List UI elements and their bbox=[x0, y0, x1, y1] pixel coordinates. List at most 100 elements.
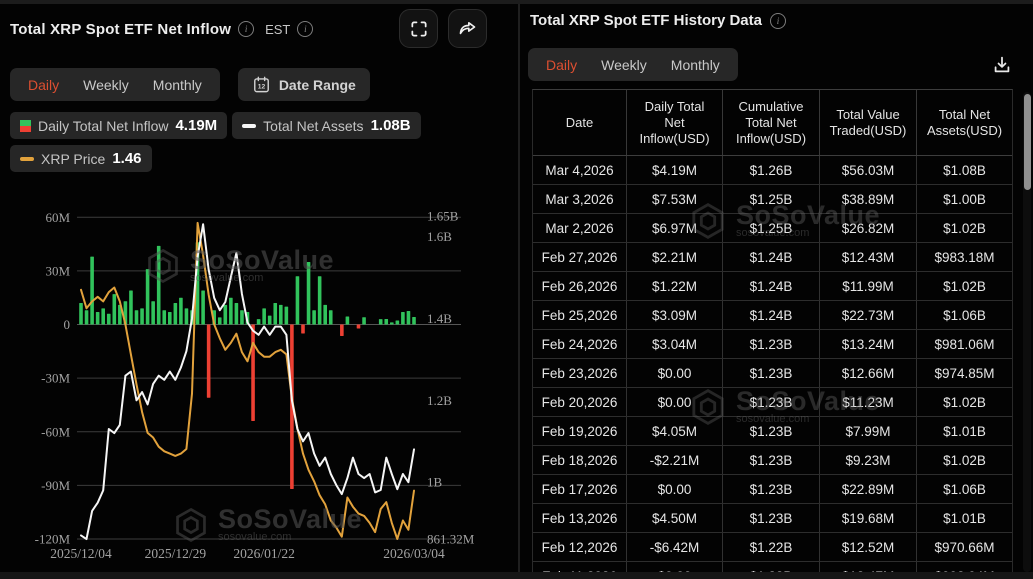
sosovalue-xrp-etf-dashboard: Total XRP Spot ETF Net Inflow i EST i Da… bbox=[0, 0, 1033, 579]
y-axis-left-tick: -30M bbox=[41, 371, 70, 386]
y-axis-right-tick: 1.6B bbox=[427, 229, 452, 244]
table-cell: $1.25B bbox=[723, 185, 820, 213]
table-title: Total XRP Spot ETF History Data bbox=[530, 12, 762, 29]
table-cell: $19.68M bbox=[820, 504, 917, 532]
column-header: Total Value Traded(USD) bbox=[820, 90, 917, 155]
table-cell: Mar 4,2026 bbox=[533, 156, 627, 184]
table-cell: $9.23M bbox=[820, 446, 917, 474]
table-cell: Feb 24,2026 bbox=[533, 330, 627, 358]
table-cell: $1.24B bbox=[723, 272, 820, 300]
table-cell: Feb 26,2026 bbox=[533, 272, 627, 300]
x-axis-tick: 2025/12/29 bbox=[145, 546, 207, 561]
table-cell: $12.66M bbox=[820, 359, 917, 387]
table-tab-weekly[interactable]: Weekly bbox=[589, 57, 659, 73]
table-cell: $1.06B bbox=[917, 475, 1012, 503]
y-axis-left-tick: 0 bbox=[64, 317, 71, 332]
table-cell: $11.23M bbox=[820, 388, 917, 416]
table-row: Feb 27,2026$2.21M$1.24B$12.43M$983.18M bbox=[533, 243, 1012, 272]
table-cell: $22.73M bbox=[820, 301, 917, 329]
table-cell: $1.23B bbox=[723, 446, 820, 474]
table-cell: $1.01B bbox=[917, 417, 1012, 445]
table-cell: $0.00 bbox=[627, 475, 723, 503]
table-cell: $4.19M bbox=[627, 156, 723, 184]
x-axis-tick: 2026/01/22 bbox=[233, 546, 295, 561]
table-cell: Feb 12,2026 bbox=[533, 533, 627, 561]
table-cell: $1.23B bbox=[723, 504, 820, 532]
table-cell: $1.08B bbox=[917, 156, 1012, 184]
table-cell: $1.25B bbox=[723, 214, 820, 242]
table-row: Feb 26,2026$1.22M$1.24B$11.99M$1.02B bbox=[533, 272, 1012, 301]
table-cell: $1.24B bbox=[723, 301, 820, 329]
y-axis-left-tick: 60M bbox=[45, 210, 70, 225]
y-axis-right-tick: 1.65B bbox=[427, 209, 459, 224]
table-scrollbar-thumb[interactable] bbox=[1024, 94, 1031, 190]
table-row: Feb 25,2026$3.09M$1.24B$22.73M$1.06B bbox=[533, 301, 1012, 330]
column-header: Daily Total Net Inflow(USD) bbox=[627, 90, 723, 155]
table-cell: $3.04M bbox=[627, 330, 723, 358]
table-cell: $981.06M bbox=[917, 330, 1012, 358]
table-row: Feb 18,2026-$2.21M$1.23B$9.23M$1.02B bbox=[533, 446, 1012, 475]
table-cell: $1.02B bbox=[917, 388, 1012, 416]
table-row: Feb 12,2026-$6.42M$1.22B$12.52M$970.66M bbox=[533, 533, 1012, 562]
table-cell: Mar 2,2026 bbox=[533, 214, 627, 242]
bottom-edge-strip bbox=[0, 572, 1033, 579]
column-header: Total Net Assets(USD) bbox=[917, 90, 1012, 155]
table-cell: $1.06B bbox=[917, 301, 1012, 329]
table-cell: $1.23B bbox=[723, 475, 820, 503]
table-cell: Feb 20,2026 bbox=[533, 388, 627, 416]
table-cell: $1.22M bbox=[627, 272, 723, 300]
column-header: Cumulative Total Net Inflow(USD) bbox=[723, 90, 820, 155]
x-axis-tick: 2025/12/04 bbox=[50, 546, 112, 561]
y-axis-left-tick: -120M bbox=[35, 532, 71, 547]
table-row: Feb 24,2026$3.04M$1.23B$13.24M$981.06M bbox=[533, 330, 1012, 359]
table-cell: $38.89M bbox=[820, 185, 917, 213]
table-cell: -$2.21M bbox=[627, 446, 723, 474]
y-axis-right-tick: 861.32M bbox=[427, 532, 475, 547]
download-icon bbox=[991, 54, 1013, 76]
history-data-table: DateDaily Total Net Inflow(USD)Cumulativ… bbox=[532, 89, 1013, 573]
table-cell: Feb 18,2026 bbox=[533, 446, 627, 474]
table-cell: $6.97M bbox=[627, 214, 723, 242]
table-row: Mar 2,2026$6.97M$1.25B$26.82M$1.02B bbox=[533, 214, 1012, 243]
table-tab-daily[interactable]: Daily bbox=[534, 57, 589, 73]
table-cell: $1.23B bbox=[723, 417, 820, 445]
table-row: Feb 13,2026$4.50M$1.23B$19.68M$1.01B bbox=[533, 504, 1012, 533]
table-cell: Feb 19,2026 bbox=[533, 417, 627, 445]
table-cell: Feb 25,2026 bbox=[533, 301, 627, 329]
table-cell: $3.09M bbox=[627, 301, 723, 329]
table-row: Feb 17,2026$0.00$1.23B$22.89M$1.06B bbox=[533, 475, 1012, 504]
y-axis-left-tick: -60M bbox=[41, 424, 70, 439]
y-axis-right-tick: 1B bbox=[427, 475, 443, 490]
table-cell: $1.02B bbox=[917, 446, 1012, 474]
table-cell: $1.26B bbox=[723, 156, 820, 184]
y-axis-right-tick: 1.2B bbox=[427, 393, 452, 408]
table-cell: $1.23B bbox=[723, 388, 820, 416]
table-cell: $1.01B bbox=[917, 504, 1012, 532]
x-axis-tick: 2026/03/04 bbox=[383, 546, 445, 561]
table-cell: $0.00 bbox=[627, 359, 723, 387]
table-cell: $4.50M bbox=[627, 504, 723, 532]
table-cell: $4.05M bbox=[627, 417, 723, 445]
table-cell: $1.22B bbox=[723, 533, 820, 561]
y-axis-left-tick: 30M bbox=[45, 263, 70, 278]
table-cell: $26.82M bbox=[820, 214, 917, 242]
history-table-panel: Total XRP Spot ETF History Data i DailyW… bbox=[520, 4, 1033, 572]
table-tab-monthly[interactable]: Monthly bbox=[659, 57, 732, 73]
table-cell: $970.66M bbox=[917, 533, 1012, 561]
download-button[interactable] bbox=[989, 52, 1015, 81]
table-row: Mar 3,2026$7.53M$1.25B$38.89M$1.00B bbox=[533, 185, 1012, 214]
table-cell: $974.85M bbox=[917, 359, 1012, 387]
table-interval-tabs: DailyWeeklyMonthly bbox=[528, 48, 738, 81]
y-axis-right-tick: 1.4B bbox=[427, 311, 452, 326]
table-body: Mar 4,2026$4.19M$1.26B$56.03M$1.08BMar 3… bbox=[533, 156, 1012, 573]
table-header-row: DateDaily Total Net Inflow(USD)Cumulativ… bbox=[533, 90, 1012, 156]
table-row: Feb 19,2026$4.05M$1.23B$7.99M$1.01B bbox=[533, 417, 1012, 446]
table-info-icon[interactable]: i bbox=[770, 13, 786, 29]
inflow-price-combo-chart[interactable]: 60M30M0-30M-60M-90M-120M1.65B1.6B1.4B1.2… bbox=[0, 4, 518, 572]
table-cell: Feb 13,2026 bbox=[533, 504, 627, 532]
table-cell: $1.24B bbox=[723, 243, 820, 271]
table-row: Mar 4,2026$4.19M$1.26B$56.03M$1.08B bbox=[533, 156, 1012, 185]
table-cell: $13.24M bbox=[820, 330, 917, 358]
table-cell: Feb 27,2026 bbox=[533, 243, 627, 271]
table-cell: Feb 23,2026 bbox=[533, 359, 627, 387]
